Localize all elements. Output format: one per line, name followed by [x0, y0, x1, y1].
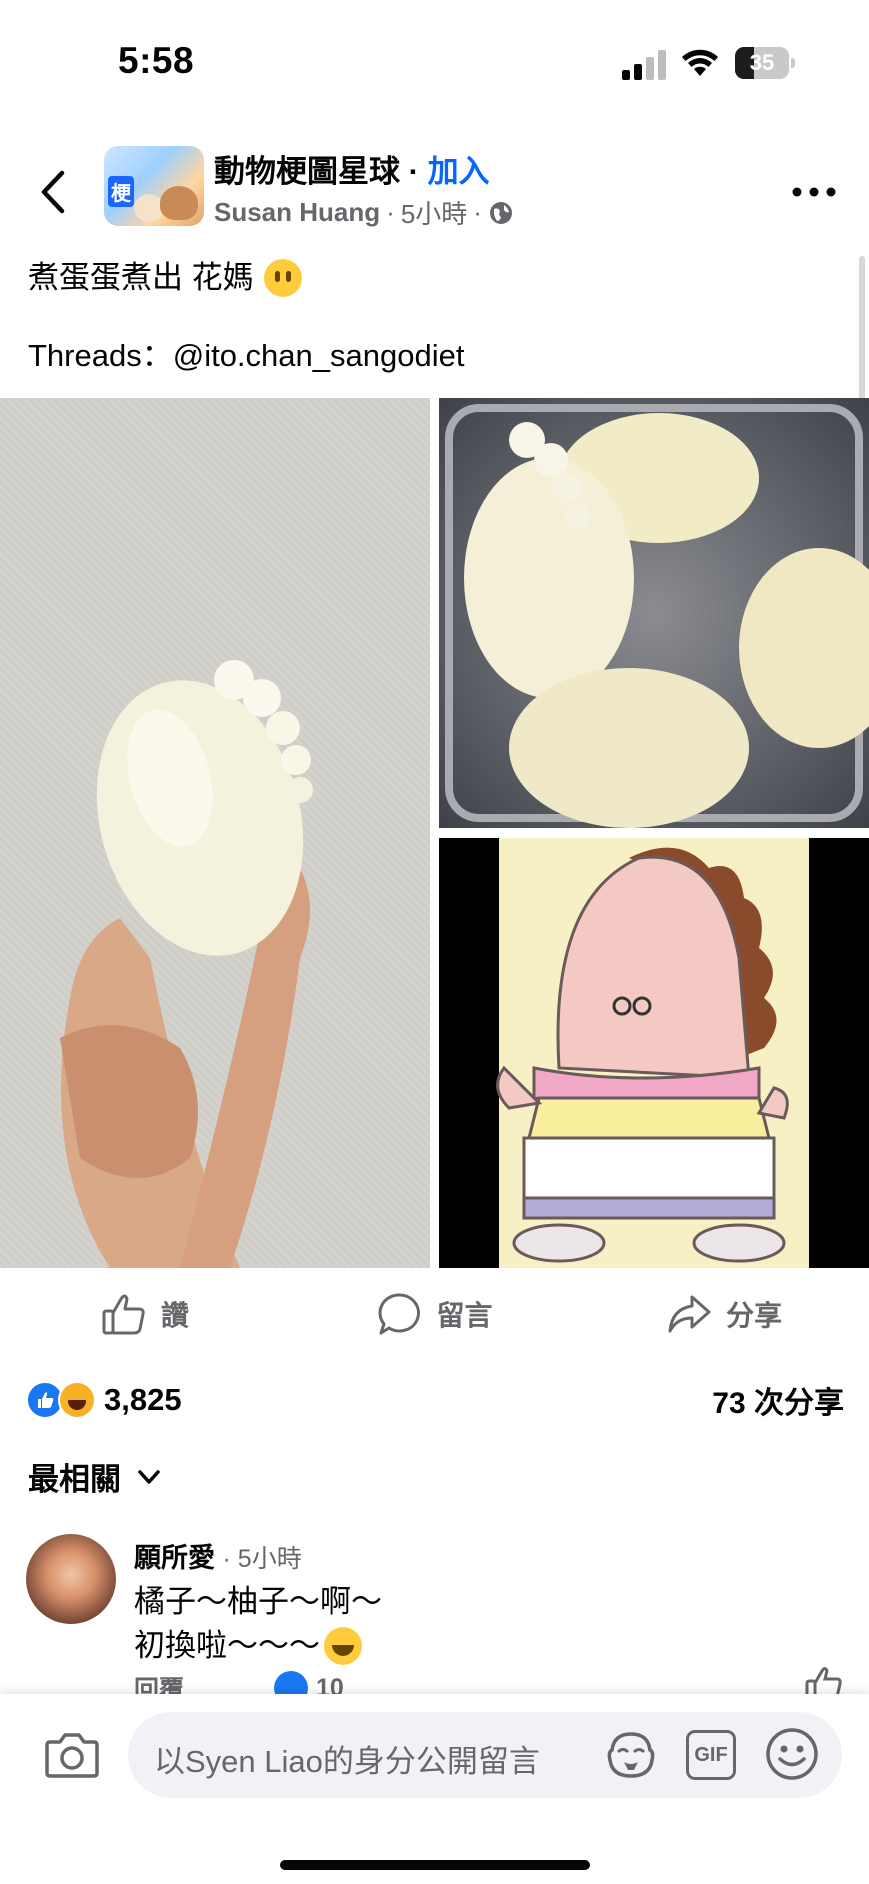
sort-label: 最相關 [28, 1462, 121, 1497]
share-arrow-icon [668, 1295, 711, 1333]
comment-input-placeholder: 以Syen Liao的身分公開留言 [154, 1744, 540, 1779]
post-time[interactable]: 5小時 [401, 194, 467, 231]
chevron-down-icon [138, 1469, 160, 1484]
photo-hanamama-cartoon[interactable] [439, 838, 869, 1268]
comment-item: 願所愛 · 5小時 橘子～柚子～啊～ 初換啦～～～ 回覆 10 [26, 1530, 844, 1705]
meta-dot: · [473, 197, 482, 227]
post-header: 梗 動物梗圖星球 · 加入 Susan Huang · 5小時 · [0, 128, 869, 252]
camera-icon[interactable] [44, 1730, 100, 1780]
share-button[interactable]: 分享 [579, 1270, 869, 1358]
facebook-post-screen: 5:58 35 梗 動物梗圖星球 · 加入 Susan Huang · 5小時 … [0, 0, 869, 1884]
comment-body: 橘子～柚子～啊～ 初換啦～～～ [134, 1580, 382, 1668]
comment-line-1: 橘子～柚子～啊～ [134, 1584, 382, 1619]
back-button[interactable] [30, 164, 76, 220]
globe-icon [489, 201, 512, 224]
comment-time: 5小時 [237, 1545, 302, 1573]
gif-button[interactable]: GIF [686, 1730, 736, 1780]
comment-line-2: 初換啦～～～ [134, 1628, 320, 1663]
comment-label: 留言 [436, 1300, 493, 1331]
group-avatar[interactable]: 梗 [104, 146, 204, 226]
photo-egg-in-hand[interactable] [0, 398, 430, 1268]
egg-in-hand-illustration [60, 660, 313, 1268]
group-name[interactable]: 動物梗圖星球 [214, 154, 400, 189]
cellular-signal-icon [622, 50, 666, 80]
post-meta: Susan Huang · 5小時 · [214, 194, 514, 231]
thumbs-up-icon [102, 1294, 145, 1335]
comment-header: 願所愛 · 5小時 [134, 1543, 302, 1573]
post-caption: 煮蛋蛋煮出 花媽 [28, 260, 254, 295]
commenter-name[interactable]: 願所愛 [134, 1543, 215, 1573]
commenter-avatar[interactable] [26, 1534, 116, 1624]
photo-eggs-in-container[interactable] [439, 398, 869, 828]
chevron-left-icon [41, 170, 65, 214]
post-author[interactable]: Susan Huang [214, 197, 380, 228]
battery-percent: 35 [749, 50, 775, 75]
comment-input[interactable]: 以Syen Liao的身分公開留言 GIF [128, 1712, 842, 1798]
cartoon-character-illustration [496, 838, 809, 1268]
comment-composer: 以Syen Liao的身分公開留言 GIF [0, 1694, 869, 1884]
group-title-line: 動物梗圖星球 · 加入 [214, 146, 490, 191]
tears-of-joy-emoji-icon [324, 1627, 362, 1665]
battery-icon: 35 [735, 47, 795, 79]
home-indicator[interactable] [280, 1860, 590, 1870]
post-text: 煮蛋蛋煮出 花媽 Threads：@ito.chan_sangodiet [28, 258, 838, 376]
meta-dot: · [386, 197, 395, 227]
eggs-container-illustration [445, 404, 869, 828]
like-label: 讚 [160, 1300, 189, 1331]
like-button[interactable]: 讚 [0, 1270, 290, 1358]
comment-bubble-icon [378, 1293, 420, 1335]
wifi-icon [682, 49, 718, 76]
share-count[interactable]: 73 次分享 [712, 1378, 844, 1422]
post-threads-credit[interactable]: Threads：@ito.chan_sangodiet [28, 336, 838, 376]
more-options-button[interactable] [789, 172, 839, 212]
comment-sort-dropdown[interactable]: 最相關 [28, 1454, 163, 1499]
comment-button[interactable]: 留言 [290, 1270, 580, 1358]
emoji-icon[interactable] [764, 1726, 820, 1782]
title-separator: · [400, 154, 428, 189]
reaction-count: 3,825 [104, 1382, 182, 1417]
avatar-tag: 梗 [108, 176, 134, 207]
photo-grid [0, 398, 869, 1268]
avatar-sticker-icon[interactable] [604, 1728, 658, 1782]
haha-reaction-icon [58, 1381, 96, 1419]
share-label: 分享 [726, 1300, 783, 1331]
reactions-summary: 3,825 73 次分享 [26, 1376, 844, 1424]
status-bar: 5:58 35 [0, 0, 869, 118]
join-group-link[interactable]: 加入 [428, 154, 490, 189]
post-action-bar: 讚 留言 分享 [0, 1270, 869, 1358]
status-time: 5:58 [118, 40, 195, 81]
flushed-face-emoji-icon [263, 259, 302, 297]
more-horizontal-icon [792, 187, 836, 197]
reaction-count-group[interactable]: 3,825 [26, 1381, 182, 1419]
